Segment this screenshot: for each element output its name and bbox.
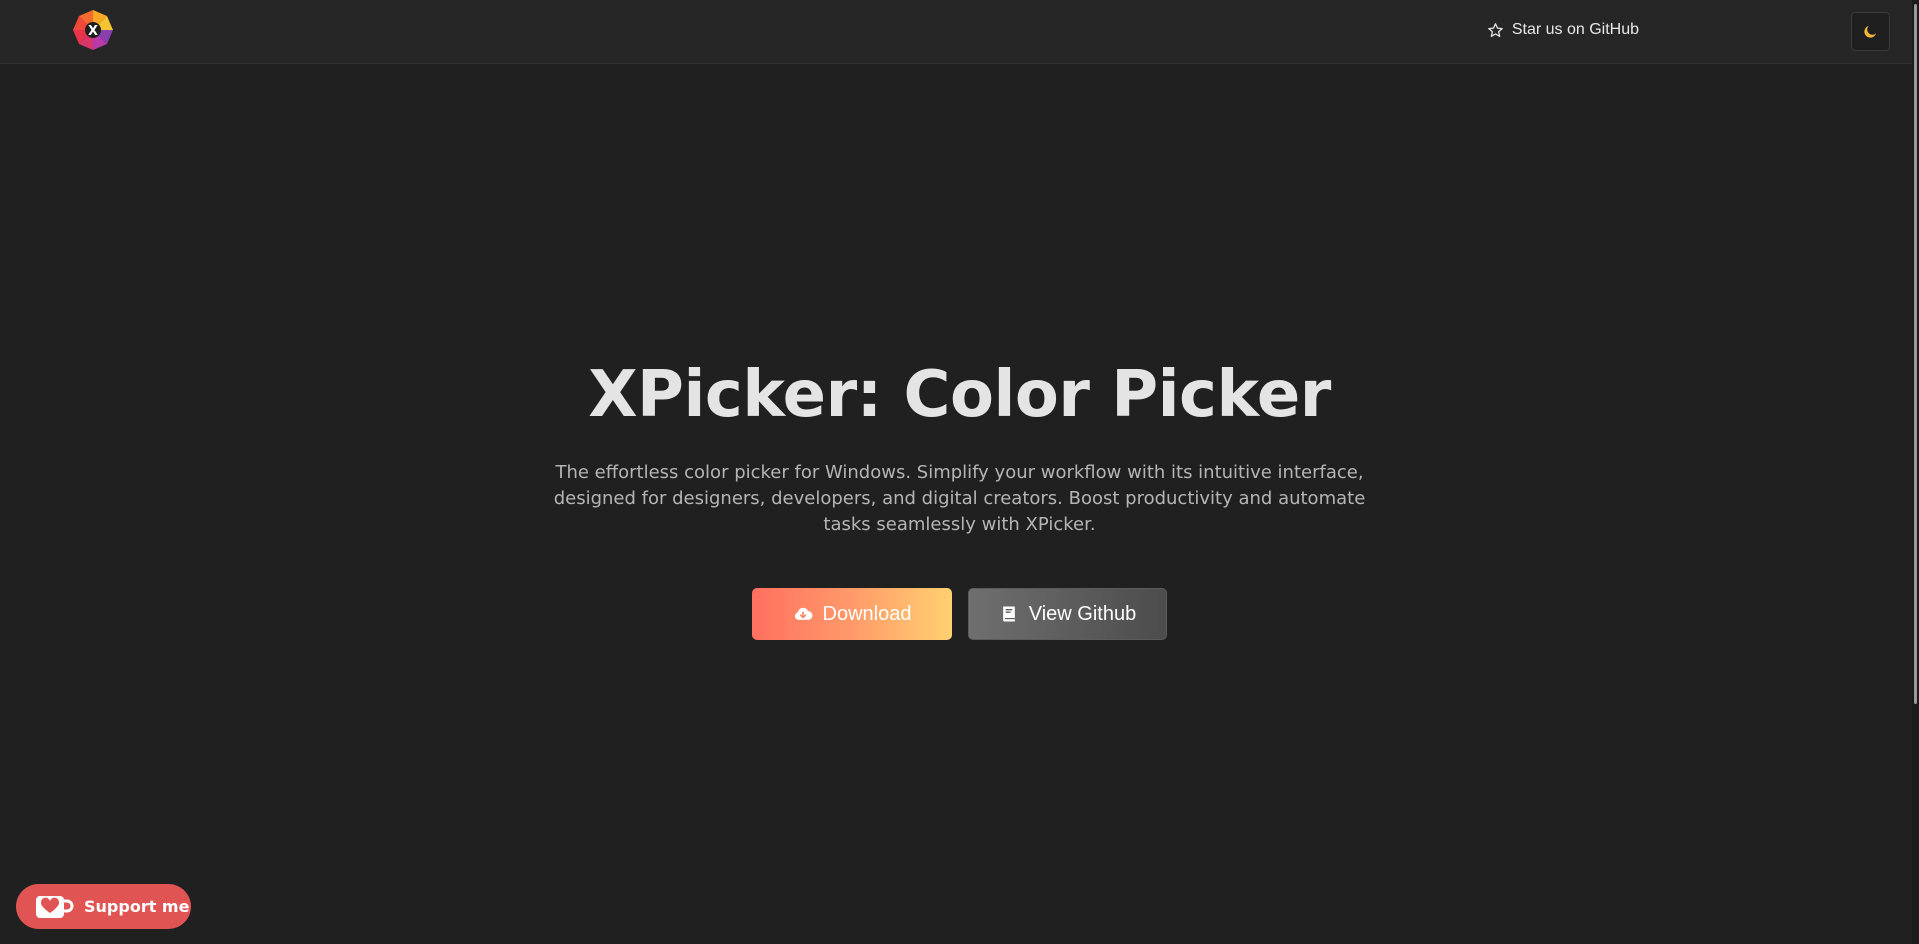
kofi-cup-icon [36, 895, 74, 918]
star-on-github-label: Star us on GitHub [1511, 21, 1639, 38]
support-me-label: Support me [84, 897, 190, 916]
scrollbar-thumb[interactable] [1914, 4, 1917, 704]
hero-section: XPicker: Color Picker The effortless col… [0, 358, 1919, 641]
logo-aperture-icon: X [73, 10, 113, 50]
page: X Star us on GitHub XPicker: Color Picke… [0, 0, 1919, 944]
logo-letter: X [88, 24, 98, 39]
theme-toggle-button[interactable] [1851, 12, 1890, 51]
view-github-label: View Github [1028, 602, 1137, 625]
download-label: Download [822, 602, 912, 625]
star-on-github-link[interactable]: Star us on GitHub [1487, 21, 1639, 39]
view-github-button[interactable]: View Github [968, 588, 1167, 641]
support-me-button[interactable]: Support me [16, 884, 191, 929]
cloud-download-icon [794, 608, 812, 621]
xpicker-logo[interactable]: X [70, 7, 116, 53]
page-title: XPicker: Color Picker [588, 358, 1331, 432]
page-scrollbar[interactable] [1912, 0, 1919, 944]
book-icon [1002, 606, 1015, 622]
hero-description: The effortless color picker for Windows.… [553, 462, 1366, 536]
hero-actions: Download View Github [0, 588, 1919, 641]
top-navbar: X Star us on GitHub [0, 0, 1919, 64]
download-button[interactable]: Download [752, 588, 952, 641]
moon-icon [1864, 25, 1877, 38]
star-icon [1488, 22, 1503, 37]
